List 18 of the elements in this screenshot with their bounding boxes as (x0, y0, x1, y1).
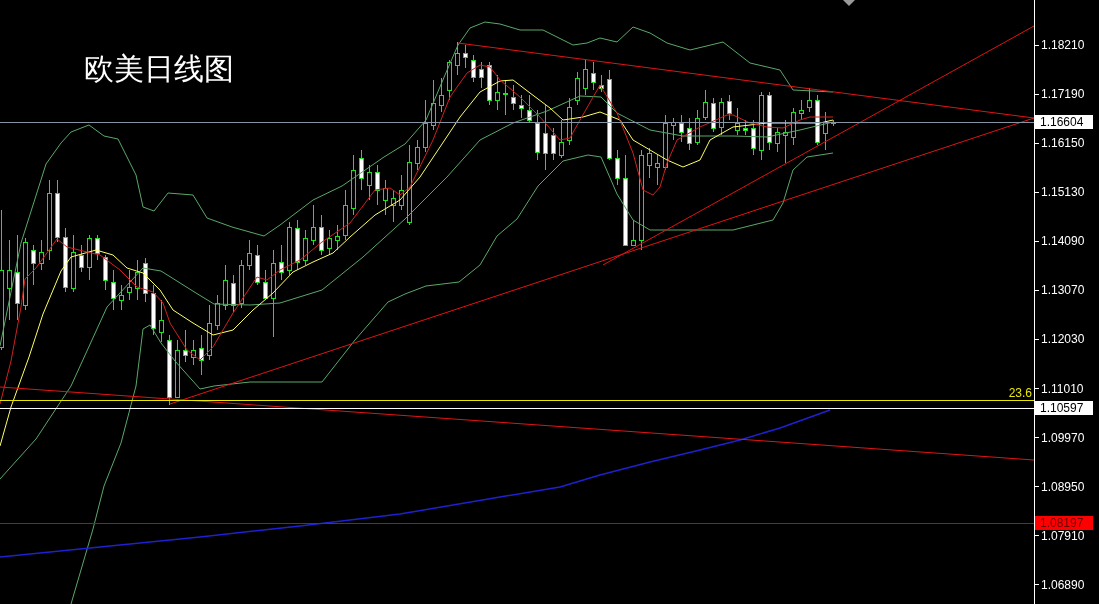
fibonacci-level-label: 23.6 (1008, 386, 1032, 400)
price-axis-label: 1.17190 (1041, 87, 1085, 102)
price-axis-label: 1.12030 (1041, 332, 1085, 347)
price-axis-label: 1.13070 (1041, 283, 1085, 298)
price-axis-label: 1.15130 (1041, 185, 1085, 200)
price-axis-label: 1.18210 (1041, 38, 1085, 52)
chart-title: 欧美日线图 (84, 51, 234, 87)
price-tag: 1.08197 (1035, 516, 1093, 530)
price-axis-label: 1.14090 (1041, 234, 1085, 249)
price-axis-label: 1.06890 (1041, 577, 1085, 592)
price-axis-label: 1.09970 (1041, 430, 1085, 445)
price-axis-label: 1.16150 (1041, 136, 1085, 151)
price-tag: 1.16604 (1035, 115, 1093, 129)
price-tag: 1.10597 (1035, 401, 1093, 415)
price-axis-label: 1.11010 (1041, 381, 1084, 396)
price-axis-label: 1.07910 (1041, 528, 1085, 543)
price-axis-label: 1.08950 (1041, 479, 1085, 494)
shift-marker-icon[interactable] (843, 0, 855, 6)
